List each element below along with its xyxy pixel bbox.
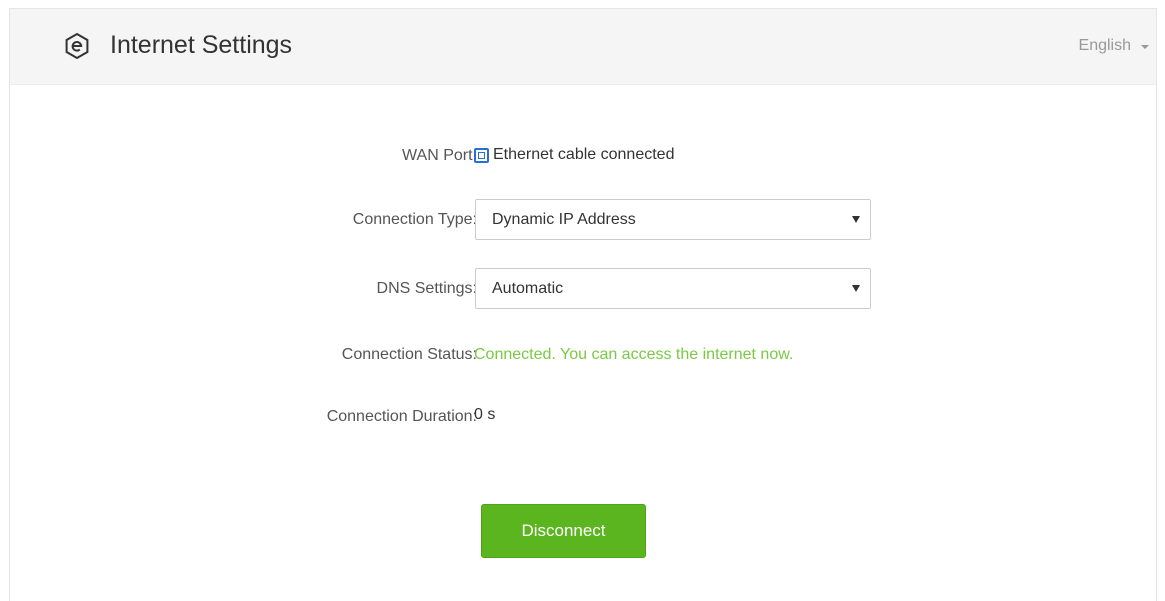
connection-duration-label: Connection Duration: (326, 408, 477, 425)
language-label: English (1078, 37, 1131, 54)
disconnect-button[interactable]: Disconnect (481, 504, 646, 558)
wan-port-status: Ethernet cable connected (493, 146, 675, 163)
dropdown-arrow-icon (852, 216, 860, 223)
dns-settings-selected: Automatic (492, 280, 564, 297)
language-selector[interactable]: English (1079, 36, 1149, 56)
connection-type-select[interactable]: Dynamic IP Address (475, 199, 871, 240)
dropdown-arrow-icon (852, 285, 860, 292)
connection-type-label: Connection Type: (352, 211, 477, 228)
dns-settings-select[interactable]: Automatic (475, 268, 871, 309)
ethernet-port-icon (474, 147, 489, 163)
dns-settings-label: DNS Settings: (376, 280, 477, 297)
connection-status-label: Connection Status: (341, 346, 477, 363)
page-header: Internet Settings English (10, 9, 1156, 85)
e-logo-icon (65, 32, 89, 60)
wan-port-value: Ethernet cable connected (474, 146, 674, 164)
page-title: Internet Settings (110, 31, 293, 59)
caret-down-icon (1141, 45, 1149, 49)
connection-type-selected: Dynamic IP Address (492, 211, 636, 228)
connection-status-value: Connected. You can access the internet n… (474, 346, 794, 363)
connection-duration-value: 0 s (474, 406, 496, 423)
wan-port-label: WAN Port: (402, 147, 477, 164)
